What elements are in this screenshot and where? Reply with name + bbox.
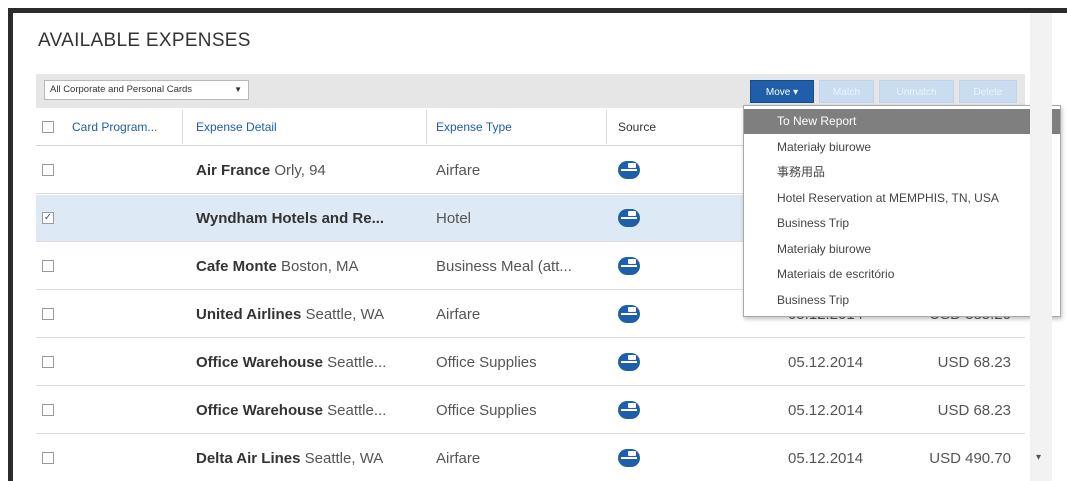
expense-detail-cell[interactable]: Office Warehouse Seattle... [196, 387, 426, 434]
vendor-name: United Airlines [196, 306, 302, 323]
vendor-name: Office Warehouse [196, 354, 323, 371]
move-button[interactable]: Move ▾ [750, 80, 814, 103]
expense-type-cell: Airfare [436, 162, 481, 179]
menu-item-report[interactable]: Business Trip [744, 211, 1060, 236]
expense-detail-cell[interactable]: Delta Air Lines Seattle, WA [196, 435, 426, 481]
menu-item-report[interactable]: Materiais de escritório [744, 262, 1060, 287]
column-header-source[interactable]: Source [618, 108, 656, 146]
credit-card-icon [618, 161, 640, 179]
expense-type-cell: Airfare [436, 306, 481, 323]
column-header-expense-type[interactable]: Expense Type [436, 108, 512, 146]
vendor-location: Boston, MA [281, 258, 359, 275]
vendor-location: Seattle, WA [305, 306, 385, 323]
match-button[interactable]: Match [819, 80, 874, 103]
credit-card-icon [618, 209, 640, 227]
menu-item-report[interactable]: Materiały biurowe [744, 237, 1060, 262]
expense-type-cell: Airfare [436, 450, 481, 467]
vendor-name: Cafe Monte [196, 258, 277, 275]
window-frame-top [8, 8, 1067, 13]
transaction-amount: USD 68.23 [937, 354, 1011, 371]
row-checkbox[interactable]: ✓ [42, 212, 54, 224]
vendor-name: Air France [196, 162, 271, 179]
vendor-name: Delta Air Lines [196, 450, 301, 467]
vendor-name: Office Warehouse [196, 402, 323, 419]
menu-item-report[interactable]: 事務用品 [744, 160, 1060, 185]
expense-detail-cell[interactable]: Air France Orly, 94 [196, 147, 426, 194]
select-all-checkbox[interactable] [42, 121, 54, 133]
row-checkbox[interactable] [42, 404, 54, 416]
menu-item-report[interactable]: Materiały biurowe [744, 135, 1060, 160]
delete-button[interactable]: Delete [959, 80, 1017, 103]
row-checkbox[interactable] [42, 452, 54, 464]
expense-detail-cell[interactable]: Wyndham Hotels and Re... [196, 195, 426, 242]
expense-type-cell: Hotel [436, 210, 472, 227]
vendor-location: Seattle... [327, 402, 387, 419]
table-row[interactable]: Delta Air Lines Seattle, WA Airfare 05.12.… [36, 435, 1025, 481]
credit-card-icon [618, 305, 640, 323]
credit-card-icon [618, 449, 640, 467]
transaction-date: 05.12.2014 [788, 354, 864, 371]
expense-type-cell: Office Supplies [436, 354, 537, 371]
menu-item-report[interactable]: Business Trip [744, 288, 1060, 313]
column-divider [426, 110, 427, 144]
column-header-card-program[interactable]: Card Program... [72, 108, 157, 146]
unmatch-button[interactable]: Unmatch [879, 80, 954, 103]
vendor-location: Orly, 94 [274, 162, 326, 179]
menu-item-new-report[interactable]: To New Report [744, 109, 1060, 134]
transaction-amount: USD 490.70 [929, 450, 1011, 467]
window-frame-left [8, 8, 13, 481]
expense-detail-cell[interactable]: United Airlines Seattle, WA [196, 291, 426, 338]
vendor-location: Seattle... [327, 354, 387, 371]
transaction-date: 05.12.2014 [788, 402, 864, 419]
expense-type-cell: Office Supplies [436, 402, 537, 419]
menu-item-report[interactable]: Hotel Reservation at MEMPHIS, TN, USA [744, 186, 1060, 211]
scroll-down-icon[interactable]: ▾ [1036, 452, 1041, 463]
row-checkbox[interactable] [42, 356, 54, 368]
chevron-down-icon: ▼ [234, 85, 242, 94]
column-divider [606, 110, 607, 144]
row-checkbox[interactable] [42, 308, 54, 320]
vendor-location: Seattle, WA [304, 450, 384, 467]
move-dropdown-menu: To New Report Materiały biurowe 事務用品 Hotel … [743, 105, 1061, 317]
card-filter-select[interactable]: All Corporate and Personal Cards ▼ [44, 80, 249, 100]
panel-title: AVAILABLE EXPENSES [38, 30, 251, 51]
table-row[interactable]: Office Warehouse Seattle... Office Suppli… [36, 387, 1025, 434]
vendor-name: Wyndham Hotels and Re... [196, 210, 385, 227]
expense-detail-cell[interactable]: Cafe Monte Boston, MA [196, 243, 426, 290]
column-divider [182, 110, 183, 144]
table-row[interactable]: Office Warehouse Seattle... Office Suppli… [36, 339, 1025, 386]
credit-card-icon [618, 401, 640, 419]
scrollbar[interactable] [1030, 13, 1052, 481]
row-checkbox[interactable] [42, 260, 54, 272]
credit-card-icon [618, 353, 640, 371]
transaction-amount: USD 68.23 [937, 402, 1011, 419]
expense-type-cell: Business Meal (att... [436, 258, 572, 275]
card-filter-value: All Corporate and Personal Cards [50, 84, 193, 95]
expense-detail-cell[interactable]: Office Warehouse Seattle... [196, 339, 426, 386]
column-header-expense-detail[interactable]: Expense Detail [196, 108, 277, 146]
transaction-date: 05.12.2014 [788, 450, 864, 467]
row-checkbox[interactable] [42, 164, 54, 176]
credit-card-icon [618, 257, 640, 275]
